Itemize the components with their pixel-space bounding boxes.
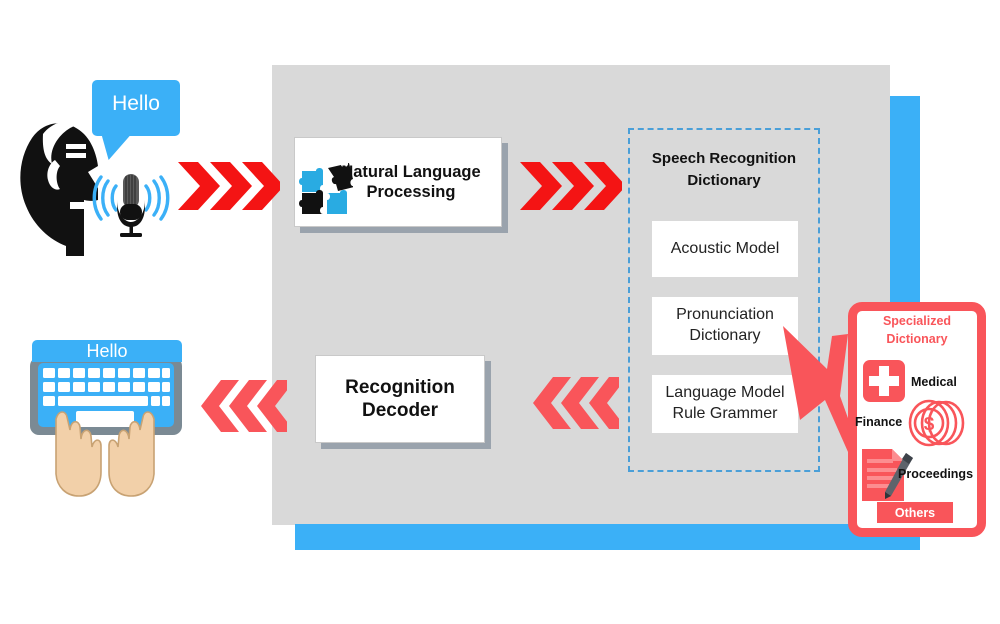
keyboard-output-text: Hello: [86, 341, 128, 361]
dictionary-item-0-line1: Acoustic Model: [670, 239, 780, 257]
dictionary-title: Speech Recognition Dictionary: [636, 148, 812, 192]
nlp-label-line1: Natural Language: [341, 162, 481, 181]
arrow-backward-to-output: [191, 378, 287, 434]
specialized-label-medical: Medical: [911, 375, 957, 389]
dictionary-item-2-line1: Language Model: [665, 384, 785, 402]
specialized-dictionary-title: Specialized Dictionary: [856, 313, 978, 348]
nlp-label-line2: Processing: [366, 183, 456, 201]
decoder-label-line2: Decoder: [361, 400, 439, 421]
coins-dollar-icon: $: [906, 398, 968, 448]
dictionary-title-line1: Speech Recognition: [651, 150, 797, 167]
speech-bubble-text: Hello: [112, 92, 160, 115]
specialized-title-line2: Dictionary: [886, 331, 948, 346]
speech-bubble-tail: [98, 134, 132, 160]
arrow-forward-to-dictionary: [518, 158, 622, 214]
specialized-label-finance: Finance: [855, 415, 903, 429]
medical-cross-horizontal: [869, 376, 899, 386]
puzzle-pieces-icon: [297, 163, 353, 219]
dictionary-title-line2: Dictionary: [687, 171, 761, 189]
dictionary-item-2-line2: Rule Grammer: [672, 405, 778, 422]
others-button[interactable]: Others: [877, 502, 953, 523]
accent-bar-bottom: [295, 524, 920, 550]
dictionary-item-acoustic-model[interactable]: Acoustic Model: [652, 221, 798, 277]
dictionary-item-1-line2: Dictionary: [689, 327, 761, 344]
arrow-backward-from-dictionary: [523, 375, 619, 431]
specialized-title-line1: Specialized: [882, 314, 952, 328]
microphone-icon: [90, 160, 172, 242]
decoder-label-line1: Recognition: [345, 376, 455, 398]
arrow-forward-input: [176, 158, 280, 214]
svg-text:$: $: [924, 414, 935, 435]
specialized-label-proceedings: Proceedings: [898, 467, 974, 481]
recognition-decoder-box[interactable]: Recognition Decoder: [315, 355, 485, 443]
dictionary-item-1-line1: Pronunciation: [676, 306, 774, 324]
